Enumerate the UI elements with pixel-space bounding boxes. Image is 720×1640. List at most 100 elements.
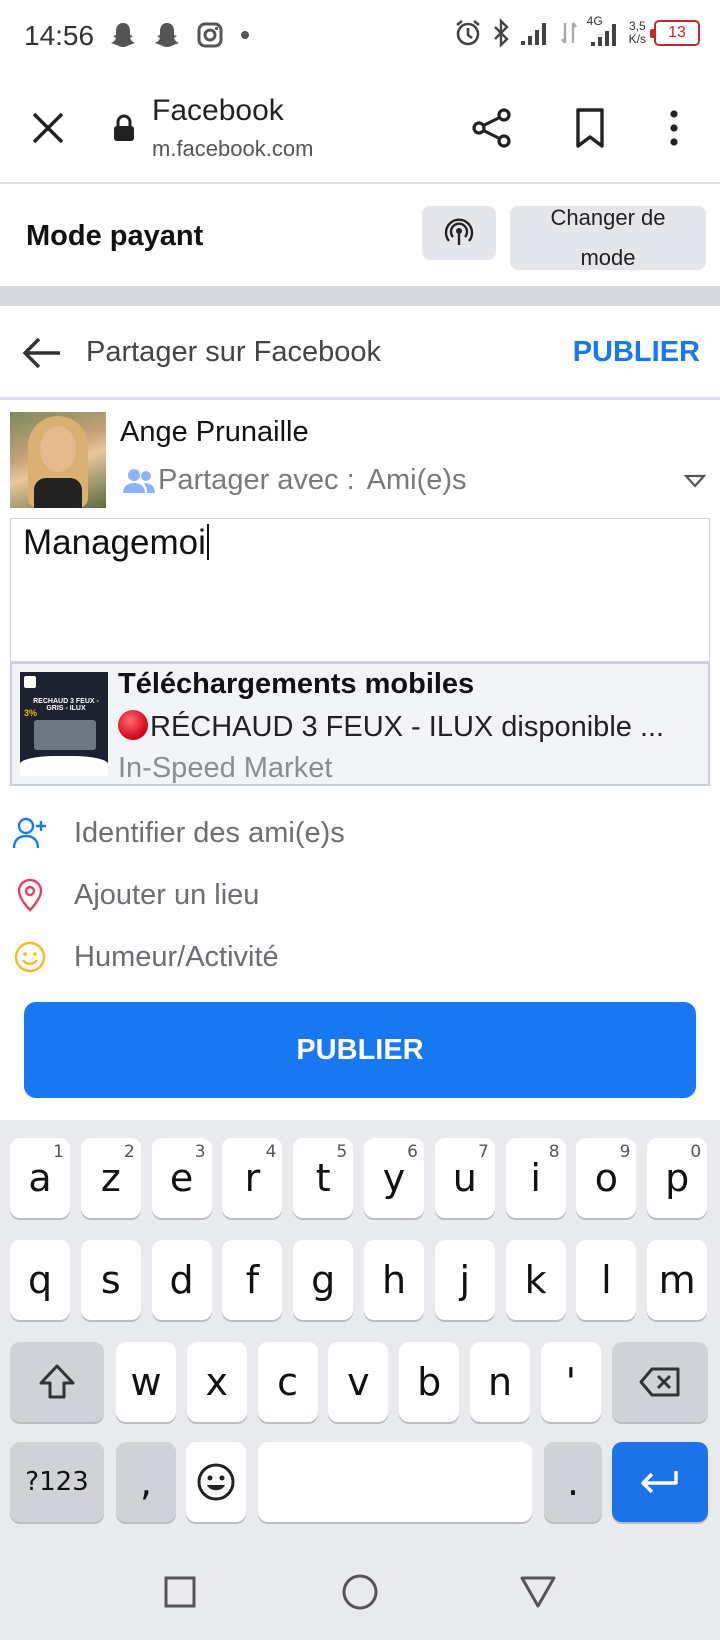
key-v[interactable]: v bbox=[328, 1342, 389, 1422]
thumb-badge: 3% bbox=[24, 708, 38, 718]
link-preview-source: In-Speed Market bbox=[118, 752, 333, 784]
text-cursor bbox=[206, 524, 209, 560]
key-m[interactable]: m bbox=[647, 1240, 708, 1320]
publish-header-button[interactable]: PUBLIER bbox=[573, 336, 700, 369]
enter-icon bbox=[641, 1471, 678, 1494]
key-d[interactable]: d bbox=[151, 1240, 212, 1320]
add-person-icon bbox=[12, 817, 46, 849]
emoji-icon bbox=[197, 1463, 235, 1501]
link-preview-card[interactable]: RECHAUD 3 FEUX - GRIS - ILUX 3% Téléchar… bbox=[10, 662, 710, 786]
recent-apps-icon[interactable] bbox=[158, 1570, 202, 1614]
back-icon[interactable] bbox=[516, 1570, 560, 1614]
mood-activity-label: Humeur/Activité bbox=[74, 940, 279, 973]
network-speed: 3,5 K/s bbox=[628, 19, 646, 46]
divider bbox=[0, 286, 720, 306]
key-w[interactable]: w bbox=[116, 1342, 176, 1422]
key-p[interactable]: p0 bbox=[647, 1138, 708, 1218]
more-options-icon[interactable] bbox=[656, 106, 692, 150]
publish-button[interactable]: PUBLIER bbox=[24, 1002, 696, 1098]
site-title: Facebook bbox=[152, 94, 284, 127]
backspace-key[interactable] bbox=[612, 1342, 708, 1422]
close-icon[interactable] bbox=[28, 108, 68, 148]
key-hint: 9 bbox=[619, 1142, 631, 1162]
link-preview-thumbnail: RECHAUD 3 FEUX - GRIS - ILUX 3% bbox=[20, 672, 108, 776]
key-hint: 6 bbox=[407, 1142, 418, 1162]
key-o[interactable]: o9 bbox=[576, 1138, 637, 1218]
chevron-down-icon[interactable] bbox=[684, 474, 706, 488]
link-preview-description: RÉCHAUD 3 FEUX - ILUX disponible ... bbox=[118, 710, 702, 744]
change-mode-button[interactable]: Changer de mode bbox=[510, 205, 706, 270]
shift-key[interactable] bbox=[10, 1342, 104, 1422]
key-a[interactable]: a1 bbox=[10, 1138, 70, 1218]
thumb-logo bbox=[24, 676, 36, 688]
key-g[interactable]: g bbox=[293, 1240, 354, 1320]
audience-selector[interactable]: Partager avec : Ami(e)s bbox=[122, 464, 467, 497]
key-k[interactable]: k bbox=[505, 1240, 566, 1320]
key-hint: 4 bbox=[265, 1142, 277, 1162]
dot-icon bbox=[241, 31, 249, 39]
browser-toolbar: Facebook m.facebook.com bbox=[0, 72, 720, 184]
change-mode-label: Changer de mode bbox=[550, 205, 666, 270]
tag-friends-option[interactable]: Identifier des ami(e)s bbox=[12, 808, 612, 858]
lock-icon bbox=[114, 114, 134, 141]
key-f[interactable]: f bbox=[222, 1240, 283, 1320]
key-hint: 8 bbox=[548, 1142, 560, 1162]
share-title: Partager sur Facebook bbox=[86, 336, 381, 368]
key-q[interactable]: q bbox=[10, 1240, 70, 1320]
share-header: Partager sur Facebook PUBLIER bbox=[0, 306, 720, 400]
emoji-key[interactable] bbox=[186, 1442, 246, 1522]
key-y[interactable]: y6 bbox=[364, 1138, 424, 1218]
comma-key[interactable]: , bbox=[116, 1442, 176, 1522]
add-place-option[interactable]: Ajouter un lieu bbox=[12, 870, 612, 920]
stove-image bbox=[34, 720, 96, 750]
data-mode-bar: Mode payant Changer de mode bbox=[0, 186, 720, 286]
thumb-title: RECHAUD 3 FEUX - GRIS - ILUX bbox=[33, 698, 99, 712]
add-place-label: Ajouter un lieu bbox=[74, 878, 260, 911]
audience-prefix: Partager avec : bbox=[158, 464, 355, 496]
key-h[interactable]: h bbox=[364, 1240, 424, 1320]
key-b[interactable]: b bbox=[399, 1342, 460, 1422]
signal-icon bbox=[590, 24, 616, 46]
location-pin-icon bbox=[17, 878, 43, 912]
key-z[interactable]: z2 bbox=[80, 1138, 141, 1218]
key-s[interactable]: s bbox=[80, 1240, 141, 1320]
back-arrow-icon[interactable] bbox=[22, 336, 62, 370]
bluetooth-icon bbox=[493, 18, 509, 48]
key-hint: 7 bbox=[477, 1142, 489, 1162]
key-r[interactable]: r4 bbox=[222, 1138, 283, 1218]
space-key[interactable] bbox=[258, 1442, 532, 1522]
post-text-area[interactable]: Managemoi bbox=[10, 518, 710, 662]
key-l[interactable]: l bbox=[576, 1240, 637, 1320]
broadcast-icon bbox=[444, 218, 474, 245]
key-c[interactable]: c bbox=[257, 1342, 318, 1422]
key-x[interactable]: x bbox=[186, 1342, 247, 1422]
alarm-icon bbox=[455, 19, 480, 46]
key-u[interactable]: u7 bbox=[434, 1138, 495, 1218]
key-hint: 5 bbox=[336, 1142, 348, 1162]
snapchat-icon bbox=[111, 23, 135, 47]
backspace-icon bbox=[639, 1367, 680, 1397]
thumb-wave bbox=[20, 756, 108, 776]
site-url[interactable]: m.facebook.com bbox=[152, 136, 313, 162]
key-j[interactable]: j bbox=[434, 1240, 495, 1320]
key-e[interactable]: e3 bbox=[151, 1138, 212, 1218]
mode-info-button[interactable] bbox=[422, 206, 496, 260]
friends-icon bbox=[123, 468, 155, 493]
mood-activity-option[interactable]: Humeur/Activité bbox=[12, 932, 612, 982]
avatar[interactable] bbox=[10, 412, 106, 508]
shift-icon bbox=[39, 1364, 75, 1399]
enter-key[interactable] bbox=[612, 1442, 708, 1522]
signal-icon bbox=[520, 23, 546, 45]
home-icon[interactable] bbox=[338, 1570, 382, 1614]
period-key[interactable]: . bbox=[544, 1442, 602, 1522]
red-circle-icon bbox=[118, 710, 148, 740]
key-apostrophe[interactable]: ' bbox=[540, 1342, 601, 1422]
key-i[interactable]: i8 bbox=[505, 1138, 566, 1218]
key-t[interactable]: t5 bbox=[293, 1138, 354, 1218]
key-n[interactable]: n bbox=[470, 1342, 530, 1422]
key-hint: 0 bbox=[690, 1142, 702, 1162]
symbols-key[interactable]: ?123 bbox=[10, 1442, 104, 1522]
bookmark-icon[interactable] bbox=[570, 106, 610, 150]
share-icon[interactable] bbox=[470, 106, 514, 150]
audience-value: Ami(e)s bbox=[366, 464, 467, 496]
